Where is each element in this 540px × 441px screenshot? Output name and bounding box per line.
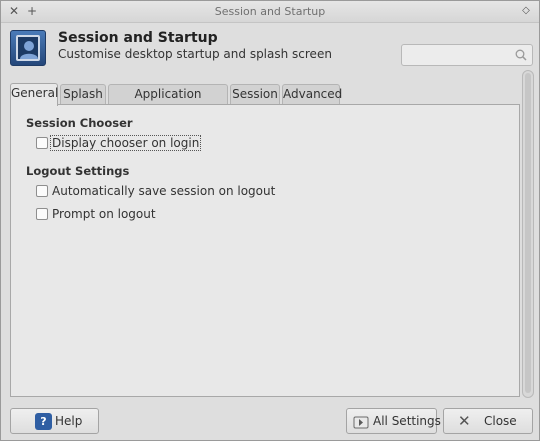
auto-save-label[interactable]: Automatically save session on logout xyxy=(52,184,275,198)
search-input[interactable] xyxy=(401,44,533,66)
help-button-label: Help xyxy=(55,414,83,428)
tab-splash[interactable]: Splash xyxy=(60,84,106,105)
tab-session-label: Session xyxy=(232,87,278,101)
all-settings-button[interactable]: All Settings xyxy=(346,408,441,434)
prompt-on-logout-checkbox[interactable] xyxy=(36,208,48,220)
tab-session[interactable]: Session xyxy=(230,84,280,105)
close-button[interactable]: ✕ Close xyxy=(443,408,533,434)
tab-application-autostart[interactable]: Application Autostart xyxy=(108,84,228,120)
page-subtitle: Customise desktop startup and splash scr… xyxy=(58,47,332,61)
tab-general-label: General xyxy=(11,86,59,100)
vertical-scrollbar[interactable] xyxy=(522,70,534,398)
title-bar[interactable]: ✕ + Session and Startup ◇ xyxy=(1,1,539,23)
settings-icon xyxy=(353,416,369,429)
logout-settings-heading: Logout Settings xyxy=(26,164,130,178)
session-chooser-heading: Session Chooser xyxy=(26,116,133,130)
all-settings-label: All Settings xyxy=(373,414,441,428)
tab-general[interactable]: General xyxy=(10,83,58,106)
close-icon: ✕ xyxy=(458,412,471,430)
session-startup-icon xyxy=(10,30,46,66)
help-button[interactable]: ? Help xyxy=(10,408,99,434)
prompt-on-logout-label[interactable]: Prompt on logout xyxy=(52,207,156,221)
close-button-label: Close xyxy=(484,414,517,428)
search-icon xyxy=(515,49,527,61)
help-icon: ? xyxy=(35,413,52,430)
auto-save-checkbox[interactable] xyxy=(36,185,48,197)
session-startup-window: ✕ + Session and Startup ◇ Session and St… xyxy=(0,0,540,441)
window-maximize-icon[interactable]: ◇ xyxy=(519,4,533,18)
window-title: Session and Startup xyxy=(214,5,326,18)
page-title: Session and Startup xyxy=(58,30,218,46)
display-chooser-checkbox[interactable] xyxy=(36,137,48,149)
scrollbar-thumb[interactable] xyxy=(525,73,531,393)
tab-advanced[interactable]: Advanced xyxy=(282,84,343,105)
display-chooser-label[interactable]: Display chooser on login xyxy=(49,135,202,151)
tab-splash-label: Splash xyxy=(63,87,103,101)
tab-advanced-label: Advanced xyxy=(283,87,343,101)
